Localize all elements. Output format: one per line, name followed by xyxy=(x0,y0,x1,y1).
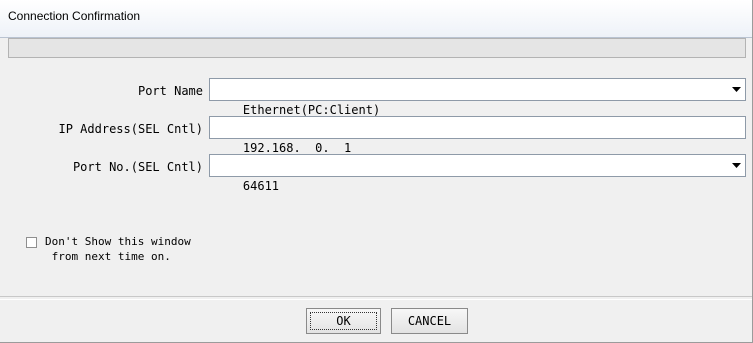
dont-show-label: Don't Show this window from next time on… xyxy=(45,235,191,263)
chevron-down-icon[interactable] xyxy=(727,155,745,176)
dont-show-checkbox[interactable] xyxy=(26,237,37,248)
ok-button-label: OK xyxy=(310,312,377,330)
connection-confirmation-dialog: Connection Confirmation Port Name Ethern… xyxy=(0,0,753,343)
window-title: Connection Confirmation xyxy=(8,9,141,23)
ip-address-input[interactable]: 192.168. 0. 1 xyxy=(209,116,746,155)
ok-button[interactable]: OK xyxy=(306,308,381,334)
status-bar xyxy=(8,38,746,58)
port-name-value: Ethernet(PC:Client) xyxy=(242,103,381,117)
cancel-button[interactable]: CANCEL xyxy=(391,308,468,334)
title-bar[interactable]: Connection Confirmation xyxy=(0,0,752,38)
port-no-label: Port No.(SEL Cntl) xyxy=(72,160,203,174)
port-no-select[interactable]: 64611 xyxy=(209,154,746,193)
port-name-label: Port Name xyxy=(137,84,203,98)
port-name-select[interactable]: Ethernet(PC:Client) xyxy=(209,78,746,117)
divider xyxy=(0,296,752,300)
chevron-down-icon[interactable] xyxy=(727,79,745,100)
ip-address-label: IP Address(SEL Cntl) xyxy=(58,122,204,136)
ip-address-value: 192.168. 0. 1 xyxy=(242,141,352,155)
port-no-value: 64611 xyxy=(242,179,280,193)
